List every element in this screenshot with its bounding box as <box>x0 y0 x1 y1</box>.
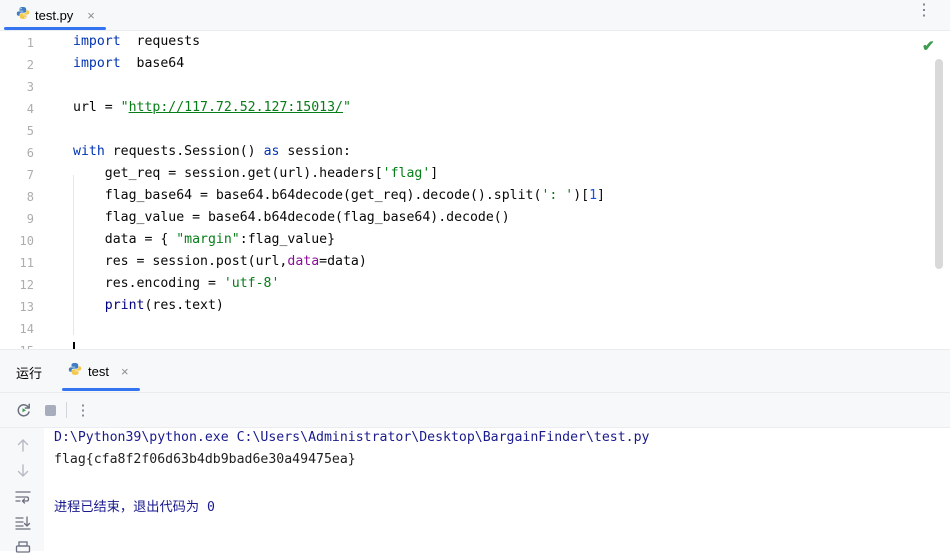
code-token: 1 <box>589 188 598 203</box>
code-token: print <box>73 298 145 313</box>
inspection-ok-icon[interactable]: ✔ <box>922 37 935 55</box>
code-token: ': ' <box>541 188 574 203</box>
code-line[interactable]: url = "http://117.72.52.127:15013/" <box>73 100 351 115</box>
code-token: ] <box>430 166 439 181</box>
code-token: data <box>287 254 320 269</box>
code-token: requests <box>120 34 201 49</box>
line-number: 3 <box>26 80 34 94</box>
code-line[interactable]: print(res.text) <box>73 298 224 313</box>
line-number: 13 <box>19 300 34 314</box>
more-options-icon[interactable]: ⋮ <box>916 2 932 20</box>
code-token: " <box>120 100 129 115</box>
code-token: base64 <box>120 56 185 71</box>
code-line[interactable]: data = { "margin":flag_value} <box>73 232 335 247</box>
print-icon[interactable] <box>14 540 32 556</box>
active-tab-indicator <box>4 27 106 30</box>
code-token: 'flag' <box>382 166 431 181</box>
editor-tab-test-py[interactable]: test.py × <box>4 0 106 30</box>
run-panel-header: 运行 test × <box>0 350 950 393</box>
rerun-icon[interactable] <box>16 402 32 418</box>
close-icon[interactable]: × <box>121 364 129 379</box>
code-token: session: <box>279 144 351 159</box>
editor-tab-bar: test.py × ⋮ <box>0 0 950 31</box>
code-token: flag_value = base64.b64decode(flag_base6… <box>73 210 510 225</box>
console-exit-message: 进程已结束，退出代码为 0 <box>54 500 215 515</box>
code-line[interactable]: flag_base64 = base64.b64decode(get_req).… <box>73 188 605 203</box>
close-icon[interactable]: × <box>87 8 95 23</box>
run-panel-title: 运行 <box>16 366 43 381</box>
code-token: 'utf-8' <box>223 276 280 291</box>
python-file-icon <box>16 6 30 25</box>
code-token: res = session.post(url, <box>73 254 288 269</box>
scroll-to-end-icon[interactable] <box>14 515 32 531</box>
code-line[interactable]: res = session.post(url,data=data) <box>73 254 367 269</box>
console-command-line[interactable]: D:\Python39\python.exe C:\Users\Administ… <box>54 430 649 445</box>
code-token: res.encoding = <box>73 276 224 291</box>
line-number: 12 <box>19 278 34 292</box>
line-number: 2 <box>26 58 34 72</box>
python-run-icon <box>68 362 82 381</box>
active-run-tab-indicator <box>62 388 140 391</box>
line-number: 7 <box>26 168 34 182</box>
code-token: import <box>73 34 121 49</box>
run-sidebar <box>0 428 44 553</box>
code-token: with <box>73 144 105 159</box>
code-line[interactable]: res.encoding = 'utf-8' <box>73 276 280 291</box>
stop-icon[interactable] <box>42 402 58 418</box>
code-token: (res.text) <box>144 298 224 313</box>
scroll-down-icon[interactable] <box>14 463 32 479</box>
code-token: ] <box>597 188 605 203</box>
code-token: "margin" <box>176 232 240 247</box>
code-token: :flag_value} <box>239 232 336 247</box>
indent-guide <box>73 175 74 335</box>
code-token: url = <box>73 100 121 115</box>
code-token: http://117.72.52.127:15013/ <box>128 100 343 115</box>
code-line[interactable]: flag_value = base64.b64decode(flag_base6… <box>73 210 510 225</box>
soft-wrap-icon[interactable] <box>14 489 32 505</box>
line-number: 8 <box>26 190 34 204</box>
run-toolbar: ⋮ <box>0 393 950 428</box>
more-icon[interactable]: ⋮ <box>75 402 91 419</box>
line-number-gutter: 123456789101112131415 <box>0 31 44 349</box>
text-caret <box>73 342 75 349</box>
code-editor[interactable]: 123456789101112131415 import requestsimp… <box>0 31 950 349</box>
editor-tab-label: test.py <box>35 7 74 23</box>
toolbar-separator <box>66 402 67 418</box>
code-token: get_req = session.get(url).headers[ <box>73 166 383 181</box>
line-number: 5 <box>26 124 34 138</box>
code-line[interactable]: get_req = session.get(url).headers['flag… <box>73 166 439 181</box>
code-token: )[ <box>573 188 590 203</box>
line-number: 6 <box>26 146 34 160</box>
code-token: " <box>342 100 351 115</box>
run-console[interactable]: D:\Python39\python.exe C:\Users\Administ… <box>44 428 950 551</box>
run-tab-label: test <box>88 363 109 379</box>
code-line[interactable]: import requests <box>73 34 200 49</box>
console-output-line: flag{cfa8f2f06d63b4db9bad6e30a49475ea} <box>54 452 356 467</box>
editor-vertical-scrollbar[interactable] <box>935 59 943 269</box>
code-token: import <box>73 56 121 71</box>
code-token: =data) <box>319 254 367 269</box>
code-token: as <box>263 144 280 159</box>
line-number: 11 <box>19 256 34 270</box>
code-token: flag_base64 = base64.b64decode(get_req).… <box>73 188 542 203</box>
code-line[interactable]: import base64 <box>73 56 184 71</box>
line-number: 9 <box>26 212 34 226</box>
scroll-up-icon[interactable] <box>14 437 32 453</box>
code-line[interactable]: with requests.Session() as session: <box>73 144 351 159</box>
line-number: 10 <box>19 234 34 248</box>
line-number: 14 <box>19 322 34 336</box>
code-token: data = { <box>73 232 177 247</box>
line-number: 4 <box>26 102 34 116</box>
run-tab-test[interactable]: test × <box>62 350 140 392</box>
line-number: 1 <box>26 36 34 50</box>
code-token: requests.Session() <box>104 144 264 159</box>
